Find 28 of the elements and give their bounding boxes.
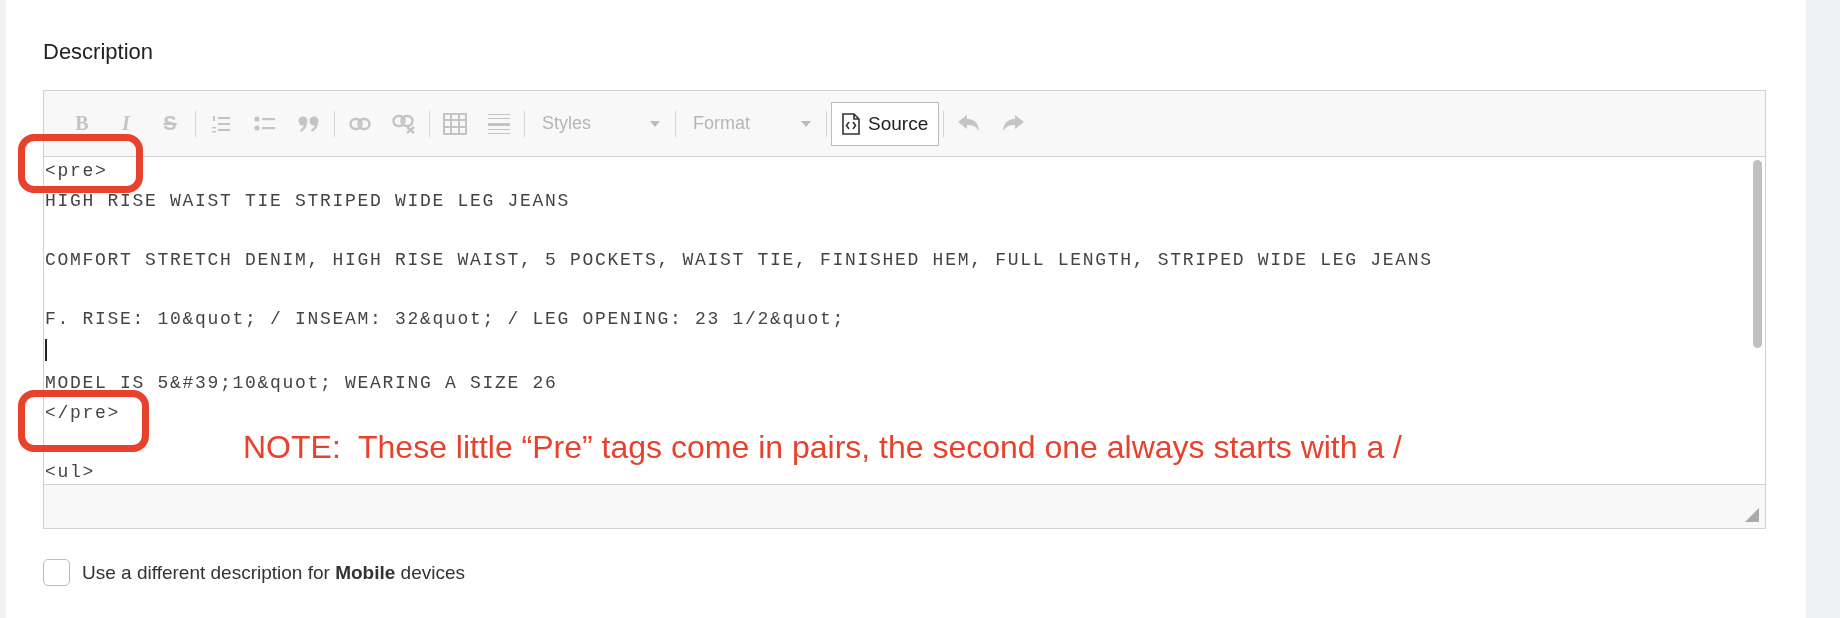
quote-icon xyxy=(298,114,320,133)
code-line: F. RISE: 10&quot; / INSEAM: 32&quot; / LEG OPENING: 23 1/2&quot; xyxy=(45,308,847,332)
source-button[interactable]: Source xyxy=(831,101,940,146)
link-icon xyxy=(349,116,371,131)
redo-icon xyxy=(1002,114,1025,133)
editor-content[interactable] xyxy=(44,157,1765,484)
undo-icon xyxy=(958,114,981,133)
scrollbar-thumb[interactable] xyxy=(1753,160,1762,348)
checkbox[interactable] xyxy=(43,559,70,586)
resize-handle-icon[interactable] xyxy=(1745,508,1759,522)
section-title: Description xyxy=(43,38,155,66)
code-line: COMFORT STRETCH DENIM, HIGH RISE WAIST, 5 POCKETS, WAIST TIE, FINISHED HEM, FULL LENGTH, STRIPED WIDE LEG JEANS xyxy=(45,249,1434,273)
caret-icon xyxy=(801,120,811,127)
code-line: </pre> xyxy=(45,401,121,425)
caret-icon xyxy=(650,120,660,127)
code-line: <ul> xyxy=(45,460,96,484)
horizontal-rule-icon xyxy=(488,112,510,135)
annotation-note: NOTE: These little “Pre” tags come in pairs, the second one always starts with a / xyxy=(243,428,1402,466)
code-line: <pre> xyxy=(45,160,109,183)
checkbox-label: Use a different description for Mobile devices xyxy=(82,561,465,584)
unlink-icon xyxy=(392,113,416,134)
code-line: HIGH RISE WAIST TIE STRIPED WIDE LEG JEANS xyxy=(45,189,572,213)
numbered-list-icon xyxy=(211,113,231,134)
table-icon xyxy=(443,112,467,135)
code-line: MODEL IS 5&#39;10&quot; WEARING A SIZE 26 xyxy=(45,371,559,395)
text-cursor xyxy=(45,339,47,362)
bullet-list-icon xyxy=(254,113,276,134)
code-file-icon xyxy=(842,112,860,135)
